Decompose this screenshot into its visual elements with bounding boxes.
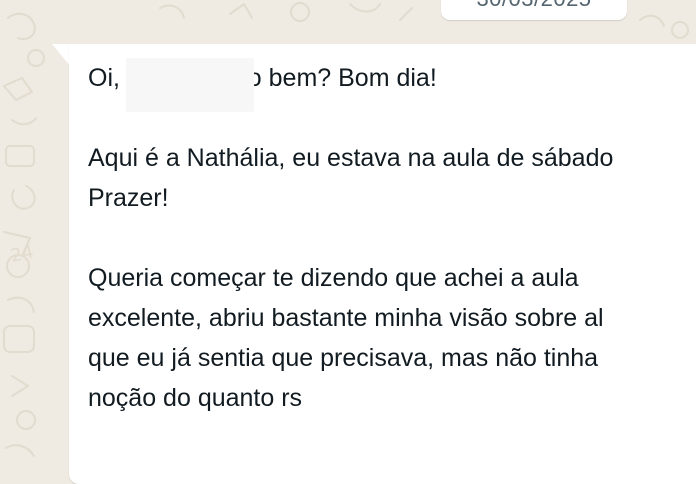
name-redaction-blur — [126, 58, 254, 112]
date-divider: 30/03/2025 — [441, 0, 627, 20]
message-line-intro-1: Aqui é a Nathália, eu estava na aula de … — [88, 144, 614, 172]
svg-text:24: 24 — [9, 242, 36, 267]
message-line-intro-2: Prazer! — [88, 184, 169, 212]
message-line-body-4: noção do quanto rs — [88, 384, 303, 412]
message-line-body-2: excelente, abriu bastante minha visão so… — [88, 304, 604, 332]
message-line-body-1: Queria começar te dizendo que achei a au… — [88, 264, 579, 292]
message-line-body-3: que eu já sentia que precisava, mas não … — [88, 344, 599, 372]
date-divider-label: 30/03/2025 — [476, 0, 591, 12]
message-bubble-tail — [52, 44, 70, 66]
message-text: Oi, Jessa! Tudo bem? Bom dia! Aqui é a N… — [88, 58, 696, 418]
